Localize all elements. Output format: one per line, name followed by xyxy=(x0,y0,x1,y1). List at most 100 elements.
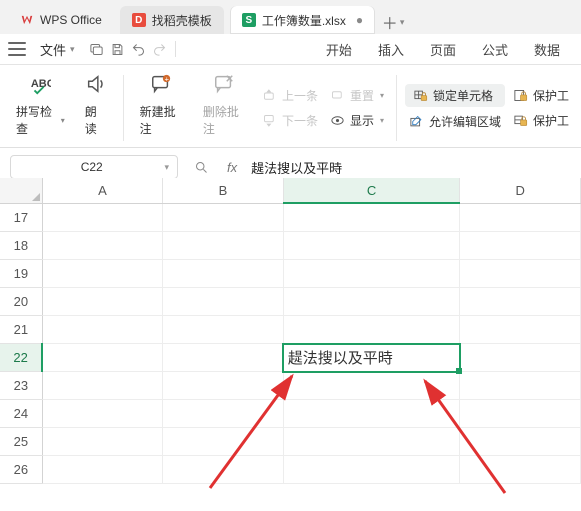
reset-button[interactable]: 重置▾ xyxy=(326,85,388,106)
cell[interactable] xyxy=(163,372,284,400)
cell[interactable] xyxy=(283,288,460,316)
new-comment-button[interactable]: + 新建批注 xyxy=(134,71,189,139)
column-header[interactable]: A xyxy=(42,178,163,203)
cell[interactable] xyxy=(42,260,163,288)
file-menu-label: 文件 xyxy=(40,40,66,59)
cell[interactable] xyxy=(460,203,581,232)
save-icon[interactable] xyxy=(110,42,125,57)
name-box[interactable]: C22 ▾ xyxy=(10,155,178,179)
tab-document[interactable]: S 工作簿数量.xlsx ● xyxy=(230,6,375,34)
cell[interactable] xyxy=(42,428,163,456)
formula-value[interactable]: 趧法搜以及平時 xyxy=(251,158,342,177)
cell[interactable] xyxy=(42,316,163,344)
tab-app[interactable]: WPS Office xyxy=(8,6,114,34)
cell[interactable] xyxy=(163,288,284,316)
hamburger-icon[interactable] xyxy=(8,42,26,56)
redo-icon[interactable] xyxy=(152,42,167,57)
cell[interactable] xyxy=(460,316,581,344)
cell[interactable] xyxy=(283,400,460,428)
svg-text:+: + xyxy=(165,74,169,83)
fx-icon[interactable]: fx xyxy=(227,160,237,175)
cell[interactable] xyxy=(163,456,284,484)
new-comment-label: 新建批注 xyxy=(140,103,183,137)
column-header[interactable]: B xyxy=(163,178,284,203)
cell[interactable] xyxy=(163,203,284,232)
undo-icon[interactable] xyxy=(131,42,146,57)
cell[interactable] xyxy=(283,316,460,344)
cell[interactable] xyxy=(283,428,460,456)
cell[interactable] xyxy=(460,428,581,456)
cell[interactable] xyxy=(460,288,581,316)
cell[interactable] xyxy=(460,400,581,428)
cell[interactable] xyxy=(460,232,581,260)
row-header[interactable]: 17 xyxy=(0,203,42,232)
row-header[interactable]: 23 xyxy=(0,372,42,400)
cell[interactable] xyxy=(460,372,581,400)
dirty-indicator-icon: ● xyxy=(356,14,363,26)
new-tab-button[interactable]: ＋▾ xyxy=(381,10,405,34)
delete-comment-label: 删除批注 xyxy=(203,103,246,137)
cell[interactable] xyxy=(42,372,163,400)
select-all-corner[interactable] xyxy=(0,178,42,203)
protect-sheet-icon xyxy=(513,88,528,103)
cell[interactable] xyxy=(42,288,163,316)
show-button[interactable]: 显示▾ xyxy=(326,110,388,131)
file-menu[interactable]: 文件 ▾ xyxy=(32,37,83,62)
row-header[interactable]: 19 xyxy=(0,260,42,288)
cell[interactable] xyxy=(42,400,163,428)
search-icon[interactable] xyxy=(194,160,209,175)
next-comment-button[interactable]: 下一条 xyxy=(258,110,322,131)
row-header[interactable]: 20 xyxy=(0,288,42,316)
menu-page[interactable]: 页面 xyxy=(417,34,469,65)
wps-logo-icon xyxy=(20,13,34,27)
read-aloud-button[interactable]: 朗读 xyxy=(79,71,113,139)
cell[interactable] xyxy=(460,260,581,288)
cell[interactable] xyxy=(42,344,163,372)
tabs-icon[interactable] xyxy=(89,42,104,57)
grid[interactable]: A B C D 17 18 19 20 21 22 趧法搜以及平時 23 24 xyxy=(0,178,581,484)
cell[interactable] xyxy=(460,344,581,372)
protect-button-1[interactable]: 保护工 xyxy=(509,85,573,106)
row-header-active[interactable]: 22 xyxy=(0,344,42,372)
name-box-value: C22 xyxy=(19,160,164,174)
cell[interactable] xyxy=(42,232,163,260)
separator xyxy=(175,41,176,57)
cell[interactable] xyxy=(163,316,284,344)
cell[interactable] xyxy=(163,344,284,372)
row-header[interactable]: 26 xyxy=(0,456,42,484)
row-header[interactable]: 18 xyxy=(0,232,42,260)
row-header[interactable]: 25 xyxy=(0,428,42,456)
cell[interactable] xyxy=(283,260,460,288)
cell[interactable] xyxy=(163,428,284,456)
spreadsheet: A B C D 17 18 19 20 21 22 趧法搜以及平時 23 24 xyxy=(0,178,581,511)
cell[interactable] xyxy=(163,232,284,260)
menu-formula[interactable]: 公式 xyxy=(469,34,521,65)
cell[interactable] xyxy=(42,456,163,484)
menu-data[interactable]: 数据 xyxy=(521,34,573,65)
tab-docer[interactable]: D 找稻壳模板 xyxy=(120,6,224,34)
main-menus: 开始 插入 页面 公式 数据 xyxy=(313,34,573,65)
allow-edit-label: 允许编辑区域 xyxy=(429,113,501,130)
spellcheck-button[interactable]: ABC 拼写检查▾ xyxy=(10,71,71,139)
cell[interactable] xyxy=(283,232,460,260)
cell[interactable] xyxy=(283,203,460,232)
menu-start[interactable]: 开始 xyxy=(313,34,365,65)
prev-comment-button[interactable]: 上一条 xyxy=(258,85,322,106)
cell[interactable] xyxy=(283,456,460,484)
cell[interactable] xyxy=(163,400,284,428)
allow-edit-button[interactable]: 允许编辑区域 xyxy=(405,111,505,132)
delete-comment-button[interactable]: 删除批注 xyxy=(197,71,252,139)
row-header[interactable]: 24 xyxy=(0,400,42,428)
cell[interactable] xyxy=(163,260,284,288)
cell[interactable] xyxy=(283,372,460,400)
protect-button-2[interactable]: 保护工 xyxy=(509,110,573,131)
menu-insert[interactable]: 插入 xyxy=(365,34,417,65)
cell[interactable] xyxy=(42,203,163,232)
active-cell[interactable]: 趧法搜以及平時 xyxy=(283,344,460,372)
column-header-active[interactable]: C xyxy=(283,178,460,203)
protect-label-2: 保护工 xyxy=(533,112,569,129)
column-header[interactable]: D xyxy=(460,178,581,203)
lock-cell-button[interactable]: 锁定单元格 xyxy=(405,84,505,107)
row-header[interactable]: 21 xyxy=(0,316,42,344)
cell[interactable] xyxy=(460,456,581,484)
